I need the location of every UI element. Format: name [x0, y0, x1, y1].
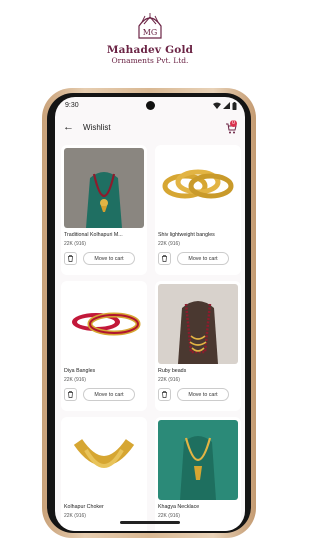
delete-button[interactable]: [64, 252, 77, 265]
battery-icon: [232, 101, 237, 110]
product-image[interactable]: [64, 148, 144, 228]
product-card[interactable]: Traditional Kolhapuri M... 22K (916) Mov…: [61, 145, 147, 275]
product-image[interactable]: [158, 284, 238, 364]
product-card[interactable]: Shiv lightweight bangles 22K (916) Move …: [155, 145, 241, 275]
wifi-icon: [213, 102, 221, 109]
status-bar: 9:30: [55, 97, 245, 115]
brand-name: Mahadev Gold: [106, 44, 194, 56]
product-purity: 22K (916): [64, 377, 86, 383]
brand-header: MG Mahadev Gold Ornaments Pvt. Ltd.: [0, 0, 300, 80]
page-title: Wishlist: [83, 123, 111, 132]
product-card[interactable]: Khagya Necklace 22K (916): [155, 417, 241, 531]
home-indicator: [120, 521, 180, 524]
camera-hole: [146, 101, 155, 110]
trash-icon: [68, 255, 73, 262]
product-name: Traditional Kolhapuri M...: [64, 232, 123, 238]
delete-button[interactable]: [158, 388, 171, 401]
product-card[interactable]: Diya Bangles 22K (916) Move to cart: [61, 281, 147, 411]
arrow-left-icon[interactable]: ←: [63, 121, 74, 133]
product-name: Kolhapur Choker: [64, 504, 104, 510]
product-name: Shiv lightweight bangles: [158, 232, 215, 238]
signal-icon: [223, 102, 230, 109]
trash-icon: [162, 255, 167, 262]
product-image[interactable]: [158, 148, 238, 228]
app-bar: ← Wishlist 0: [55, 117, 245, 143]
brand-logo-icon: MG: [138, 13, 162, 39]
delete-button[interactable]: [158, 252, 171, 265]
product-purity: 22K (916): [158, 241, 180, 247]
product-image[interactable]: [158, 420, 238, 500]
cart-count-badge: 0: [230, 120, 237, 127]
product-purity: 22K (916): [64, 513, 86, 519]
product-purity: 22K (916): [64, 241, 86, 247]
status-time: 9:30: [65, 102, 79, 109]
delete-button[interactable]: [64, 388, 77, 401]
cart-button[interactable]: 0: [225, 120, 239, 134]
trash-icon: [162, 391, 167, 398]
move-to-cart-button[interactable]: Move to cart: [83, 252, 135, 265]
product-card[interactable]: Ruby beads 22K (916) Move to cart: [155, 281, 241, 411]
brand-subtitle: Ornaments Pvt. Ltd.: [111, 56, 189, 65]
trash-icon: [68, 391, 73, 398]
product-purity: 22K (916): [158, 513, 180, 519]
product-purity: 22K (916): [158, 377, 180, 383]
move-to-cart-button[interactable]: Move to cart: [177, 252, 229, 265]
product-name: Ruby beads: [158, 368, 187, 374]
product-image[interactable]: [64, 420, 144, 500]
product-card[interactable]: Kolhapur Choker 22K (916): [61, 417, 147, 531]
phone-screen: 9:30 ← Wishlist 0 Traditional Kolhapuri …: [55, 97, 245, 531]
status-icons: [213, 101, 237, 110]
brand-monogram: MG: [143, 28, 158, 37]
product-image[interactable]: [64, 284, 144, 364]
product-name: Diya Bangles: [64, 368, 96, 374]
product-name: Khagya Necklace: [158, 504, 200, 510]
move-to-cart-button[interactable]: Move to cart: [177, 388, 229, 401]
move-to-cart-button[interactable]: Move to cart: [83, 388, 135, 401]
